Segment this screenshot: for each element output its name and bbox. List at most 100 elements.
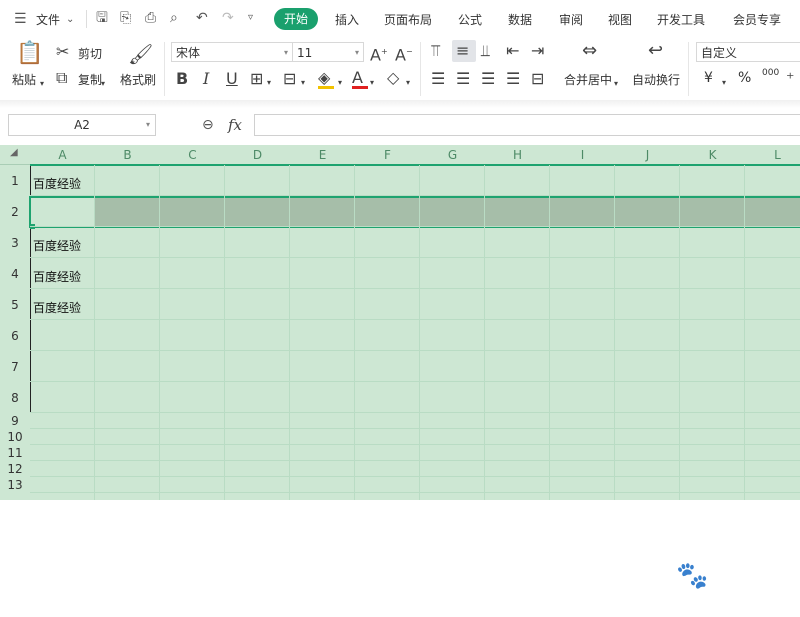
wrap-text-button[interactable]: 自动换行 — [632, 71, 680, 88]
border-dropdown-icon[interactable]: ▾ — [267, 74, 271, 92]
tab-developer[interactable]: 开发工具 — [657, 11, 705, 28]
cell-a3[interactable]: 百度经验 — [33, 237, 81, 254]
cell-a4[interactable]: 百度经验 — [33, 268, 81, 285]
copy-dropdown-icon[interactable]: ▾ — [101, 75, 105, 93]
align-right-icon[interactable]: ☰ — [481, 70, 495, 88]
row-header-3[interactable]: 3 — [0, 236, 30, 250]
thousands-format-button[interactable]: 000 — [762, 68, 779, 78]
border-icon[interactable]: ⊞ — [250, 70, 263, 88]
italic-icon[interactable]: I — [203, 70, 209, 88]
cut-button[interactable]: 剪切 — [78, 45, 102, 62]
font-name-select[interactable]: 宋体 ▾ — [171, 42, 293, 62]
currency-format-button[interactable]: ¥ — [704, 70, 713, 86]
decrease-indent-icon[interactable]: ⇤ — [506, 42, 519, 60]
row-header-11[interactable]: 11 — [0, 446, 30, 460]
wrap-text-icon[interactable]: ↩ — [648, 42, 663, 60]
column-header-b[interactable]: B — [95, 145, 160, 165]
justify-icon[interactable]: ☰ — [506, 70, 520, 88]
row-header-13[interactable]: 13 — [0, 478, 30, 492]
print-icon[interactable]: ⎙ — [145, 10, 156, 26]
chevron-down-icon[interactable]: ⌄ — [66, 12, 74, 28]
name-box-dropdown-icon[interactable]: ▾ — [146, 120, 150, 129]
distributed-icon[interactable]: ⊟ — [531, 70, 544, 88]
copy-icon[interactable]: ⧉ — [56, 69, 67, 87]
row-header-2[interactable]: 2 — [0, 205, 30, 219]
cell-a5[interactable]: 百度经验 — [33, 299, 81, 316]
merge-center-button[interactable]: 合并居中 — [564, 71, 612, 88]
row-header-12[interactable]: 12 — [0, 462, 30, 476]
paste-button[interactable]: 粘贴 — [12, 71, 36, 88]
quick-access-dropdown-icon[interactable]: ▿ — [248, 10, 253, 26]
align-left-icon[interactable]: ☰ — [431, 70, 445, 88]
tab-start[interactable]: 开始 — [274, 8, 318, 30]
tab-member[interactable]: 会员专享 — [733, 11, 781, 28]
column-header-e[interactable]: E — [290, 145, 355, 165]
row-header-4[interactable]: 4 — [0, 267, 30, 281]
clear-format-icon[interactable]: ◇ — [387, 69, 399, 87]
format-painter-button[interactable]: 格式刷 — [120, 71, 156, 88]
row-header-6[interactable]: 6 — [0, 329, 30, 343]
column-header-d[interactable]: D — [225, 145, 290, 165]
redo-icon[interactable]: ↷ — [222, 10, 234, 26]
row-header-9[interactable]: 9 — [0, 414, 30, 428]
row-header-8[interactable]: 8 — [0, 391, 30, 405]
decimal-icon[interactable]: ⁺ — [786, 70, 794, 88]
font-size-select[interactable]: 11 ▾ — [292, 42, 364, 62]
row-header-1[interactable]: 1 — [0, 174, 30, 188]
column-header-j[interactable]: J — [615, 145, 680, 165]
currency-dropdown-icon[interactable]: ▾ — [722, 74, 726, 92]
fill-pattern-dropdown-icon[interactable]: ▾ — [301, 74, 305, 92]
clear-format-dropdown-icon[interactable]: ▾ — [406, 74, 410, 92]
row-header-10[interactable]: 10 — [0, 430, 30, 444]
fill-color-dropdown-icon[interactable]: ▾ — [338, 74, 342, 92]
spreadsheet-grid[interactable]: ◢ ABCDEFGHIJKL 1 2 3 4 5 6 7 8 9 10 11 12 13 百度经验 百度… — [0, 145, 800, 611]
format-painter-icon[interactable]: 🖌 — [128, 42, 153, 66]
align-top-icon[interactable]: ⫪ — [431, 42, 440, 60]
column-header-k[interactable]: K — [680, 145, 745, 165]
tab-insert[interactable]: 插入 — [335, 11, 359, 28]
tab-view[interactable]: 视图 — [608, 11, 632, 28]
copy-button[interactable]: 复制 — [78, 71, 102, 88]
number-format-select[interactable]: 自定义 — [696, 42, 800, 62]
font-color-icon[interactable]: A — [352, 69, 363, 87]
align-center-icon[interactable]: ☰ — [456, 70, 470, 88]
tab-page-layout[interactable]: 页面布局 — [384, 11, 432, 28]
column-header-i[interactable]: I — [550, 145, 615, 165]
decrease-font-icon[interactable]: A− — [395, 43, 413, 64]
zoom-icon[interactable]: ⊖ — [202, 117, 214, 133]
fill-color-icon[interactable]: ◈ — [318, 69, 330, 87]
column-header-l[interactable]: L — [745, 145, 800, 165]
tab-review[interactable]: 审阅 — [559, 11, 583, 28]
export-icon[interactable]: ⎘ — [120, 10, 131, 26]
column-header-f[interactable]: F — [355, 145, 420, 165]
column-header-g[interactable]: G — [420, 145, 485, 165]
name-box[interactable]: A2 — [8, 114, 156, 136]
bold-icon[interactable]: B — [176, 70, 188, 88]
formula-input[interactable] — [254, 114, 800, 136]
fill-pattern-icon[interactable]: ⊟ — [283, 70, 296, 88]
increase-font-icon[interactable]: A+ — [370, 43, 388, 64]
column-header-h[interactable]: H — [485, 145, 550, 165]
print-preview-icon[interactable]: ⌕ — [170, 10, 178, 26]
scissors-icon[interactable]: ✂ — [56, 43, 69, 61]
increase-indent-icon[interactable]: ⇥ — [531, 42, 544, 60]
tab-data[interactable]: 数据 — [508, 11, 532, 28]
underline-icon[interactable]: U — [226, 70, 238, 88]
paste-dropdown-icon[interactable]: ▾ — [40, 75, 44, 93]
row-header-5[interactable]: 5 — [0, 298, 30, 312]
undo-icon[interactable]: ↶ — [196, 10, 208, 26]
hamburger-menu-icon[interactable]: ☰ — [14, 11, 27, 27]
merge-center-dropdown-icon[interactable]: ▾ — [614, 75, 618, 93]
cell-a1[interactable]: 百度经验 — [33, 175, 81, 192]
align-bottom-icon[interactable]: ⫫ — [481, 42, 490, 60]
tab-formulas[interactable]: 公式 — [458, 11, 482, 28]
column-header-a[interactable]: A — [30, 145, 95, 165]
row-header-7[interactable]: 7 — [0, 360, 30, 374]
merge-center-icon[interactable]: ⇔ — [582, 42, 597, 60]
font-color-dropdown-icon[interactable]: ▾ — [370, 74, 374, 92]
percent-format-button[interactable]: % — [738, 70, 751, 86]
align-middle-icon[interactable]: ≡ — [456, 42, 469, 60]
column-header-c[interactable]: C — [160, 145, 225, 165]
select-all-icon[interactable]: ◢ — [10, 147, 18, 158]
save-icon[interactable]: 🖫 — [96, 10, 108, 26]
